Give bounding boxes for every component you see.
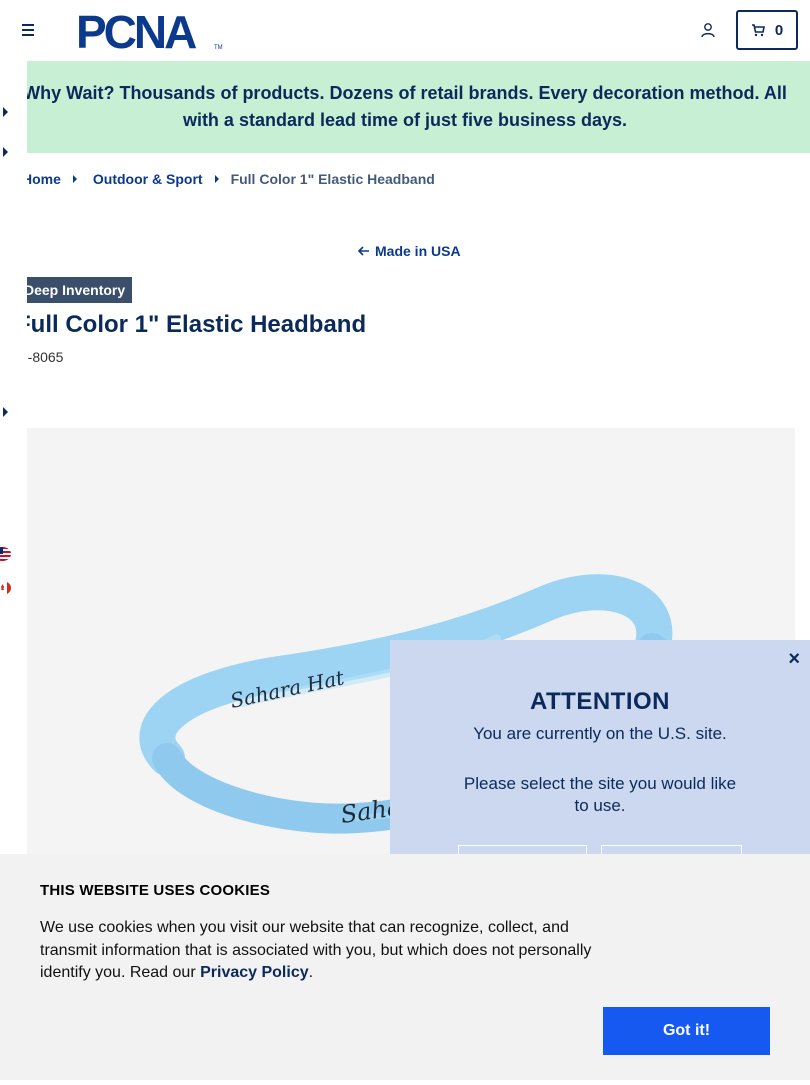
site-header: PCNA TM 0 [0,0,810,61]
us-flag-icon[interactable] [0,547,11,561]
rail-expand-arrow-icon[interactable] [3,407,8,417]
modal-select-text: Please select the site you would like to… [463,774,737,815]
canada-flag-icon[interactable] [0,581,11,595]
cookie-period: . [308,964,314,981]
arrow-left-icon [358,246,369,256]
svg-text:TM: TM [214,45,223,50]
product-title: Full Color 1" Elastic Headband [16,311,367,338]
hamburger-menu-icon[interactable] [18,20,38,40]
breadcrumb-home-link[interactable]: Home [22,171,61,187]
cookie-body: We use cookies when you visit our websit… [40,919,592,981]
cart-icon [751,24,765,37]
cookie-title: THIS WEBSITE USES COOKIES [40,882,271,899]
site-select-modal: × ATTENTION You are currently on the U.S… [390,640,810,875]
badge-label: Deep Inventory [24,282,126,298]
svg-text:PCNA: PCNA [76,10,196,50]
rail-expand-arrow-icon[interactable] [3,147,8,157]
cart-button[interactable]: 0 [736,10,798,50]
breadcrumb-current: Full Color 1" Elastic Headband [230,171,435,187]
cart-count: 0 [774,21,784,39]
breadcrumb-separator-icon [72,175,77,183]
modal-title: ATTENTION [529,688,671,715]
promo-banner: Why Wait? Thousands of products. Dozens … [0,61,810,153]
account-icon[interactable] [700,22,716,38]
made-in-usa-link[interactable]: Made in USA [358,243,461,259]
breadcrumb: Home Outdoor & Sport Full Color 1" Elast… [22,171,435,187]
breadcrumb-category-link[interactable]: Outdoor & Sport [93,171,203,187]
pcna-logo[interactable]: PCNA TM [76,6,224,58]
got-it-button[interactable]: Got it! [603,1007,770,1055]
breadcrumb-separator-icon [214,175,219,183]
modal-current-site-text: You are currently on the U.S. site. [473,724,727,743]
privacy-policy-link[interactable]: Privacy Policy [200,964,309,981]
promo-banner-text: Why Wait? Thousands of products. Dozens … [23,83,787,130]
rail-expand-arrow-icon[interactable] [3,107,8,117]
made-in-usa-label: Made in USA [375,243,461,259]
cookie-banner: THIS WEBSITE USES COOKIES We use cookies… [0,854,810,1080]
deep-inventory-badge: Deep Inventory [16,277,132,303]
close-icon[interactable]: × [788,648,800,671]
cookie-text: We use cookies when you visit our websit… [40,917,610,985]
